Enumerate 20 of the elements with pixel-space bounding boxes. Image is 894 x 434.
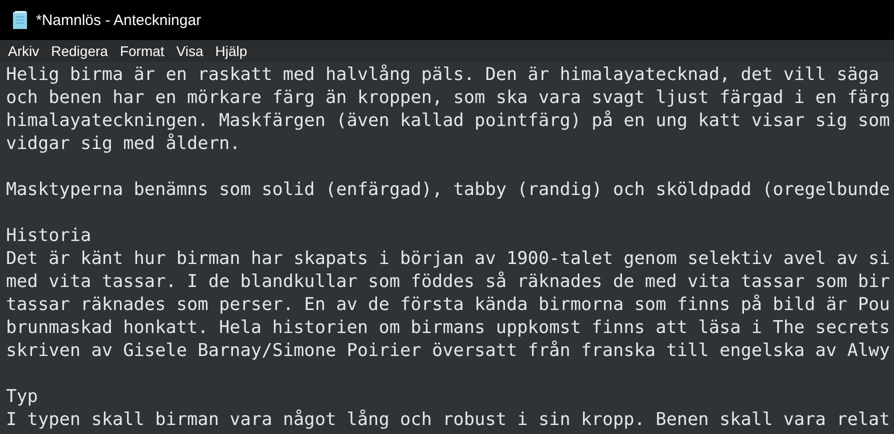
text-line: tassar räknades som perser. En av de första kända birmorna som finns på bild är Pou	[6, 294, 890, 317]
text-line: Typ	[6, 386, 38, 409]
text-line: Masktyperna benämns som solid (enfärgad), tabby (randig) och sköldpadd (oregelbunde	[6, 179, 890, 202]
text-line: Historia	[6, 225, 92, 248]
notepad-icon	[12, 10, 28, 30]
menu-item[interactable]: Arkiv	[2, 43, 46, 59]
menu-item[interactable]: Visa	[170, 43, 210, 59]
text-line: I typen skall birman vara något lång och robust i sin kropp. Benen skall vara relat	[6, 409, 890, 432]
text-line: Det är känt hur birman har skapats i början av 1900-talet genom selektiv avel av si	[6, 248, 890, 271]
text-line: Helig birma är en raskatt med halvlång päls. Den är himalayatecknad, det vill säga	[6, 64, 880, 87]
text-line: med vita tassar. I de blandkullar som föddes så räknades de med vita tassar som bir	[6, 271, 890, 294]
menu-item[interactable]: Hjälp	[209, 43, 254, 59]
text-line: skriven av Gisele Barnay/Simone Poirier översatt från franska till engelska av Alwy	[6, 340, 890, 363]
text-line: himalayateckningen. Maskfärgen (även kallad pointfärg) på en ung katt visar sig som	[6, 110, 890, 133]
text-line: brunmaskad honkatt. Hela historien om birmans uppkomst finns att läsa i The secrets	[6, 317, 890, 340]
window-title: *Namnlös - Anteckningar	[36, 12, 202, 28]
text-line: och benen har en mörkare färg än kroppen, som ska vara svagt ljust färgad i en färg	[6, 87, 890, 110]
menu-item[interactable]: Redigera	[45, 43, 114, 59]
menu-item[interactable]: Format	[114, 43, 170, 59]
text-line: vidgar sig med åldern.	[6, 133, 240, 156]
